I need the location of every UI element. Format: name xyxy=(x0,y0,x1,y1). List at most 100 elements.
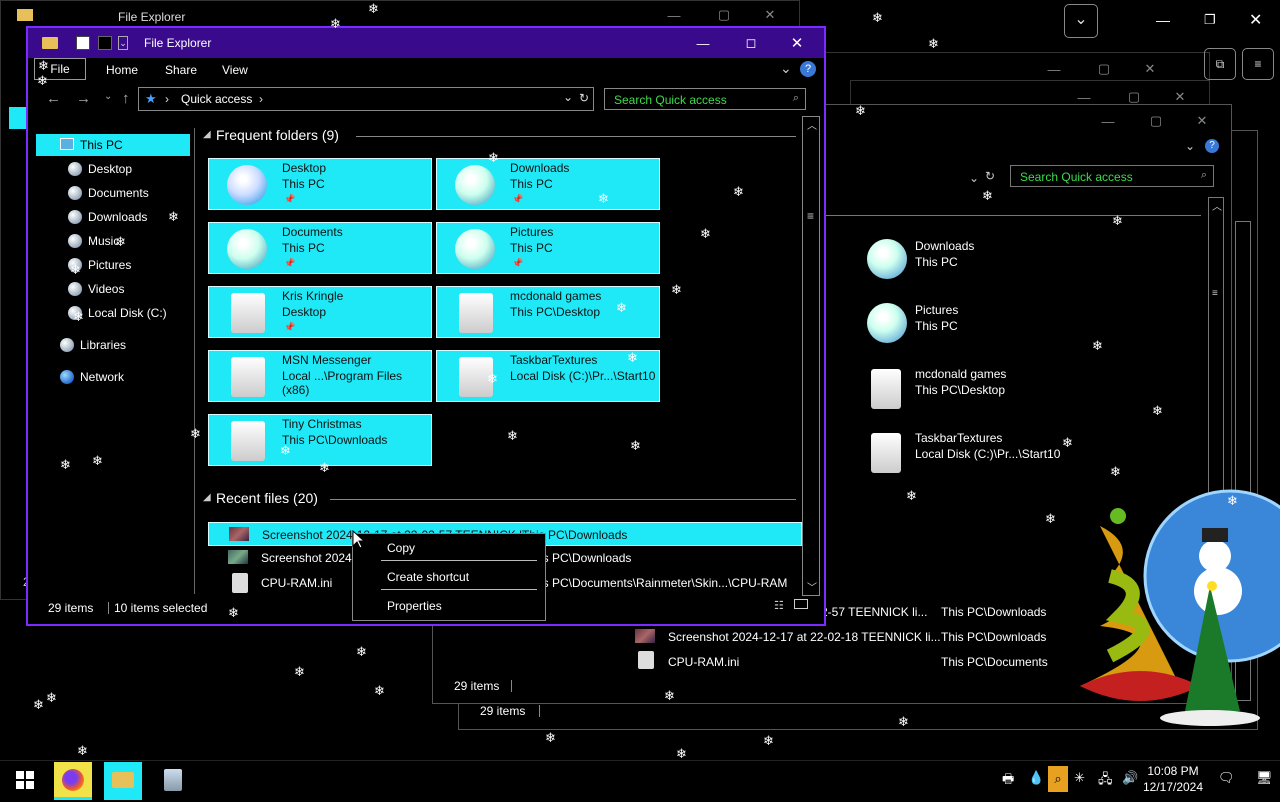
forward-arrow-icon[interactable]: → xyxy=(76,90,91,107)
refresh-icon[interactable]: ↻ xyxy=(985,169,995,183)
start-button[interactable] xyxy=(6,762,44,798)
tray-drop-icon[interactable]: 💧 xyxy=(1028,770,1044,786)
ribbon-tab-file[interactable]: File xyxy=(34,58,86,80)
nav-item-music[interactable]: Music xyxy=(68,230,119,252)
chevron-down-icon[interactable]: ⌄ xyxy=(1185,139,1195,153)
dropdown-chevron-icon[interactable]: ⌄ xyxy=(969,171,979,185)
taskbar-app-3[interactable] xyxy=(154,762,192,798)
folder-tile[interactable]: Kris Kringle Desktop 📌 xyxy=(208,286,432,338)
tray-star-icon[interactable]: ✳ xyxy=(1074,770,1085,786)
refresh-icon[interactable]: ↻ xyxy=(579,91,589,105)
quick-access-properties-icon[interactable] xyxy=(76,36,90,50)
extensions-icon[interactable]: ⧉ xyxy=(1204,48,1236,80)
close-button[interactable]: ✕ xyxy=(1179,107,1225,135)
nav-item-documents[interactable]: Documents xyxy=(68,182,149,204)
christmas-desktop-gadget xyxy=(1040,486,1280,726)
bg-folder-tile[interactable]: TaskbarTextures Local Disk (C:)\Pr...\St… xyxy=(863,429,1103,479)
collapse-chevron-icon[interactable]: ◢ xyxy=(203,492,211,503)
ribbon-tab-home[interactable]: Home xyxy=(106,63,138,77)
network-tray-icon[interactable]: 🖧 xyxy=(1098,770,1113,792)
folder-tile[interactable]: Downloads This PC 📌 xyxy=(436,158,660,210)
ribbon-tab-share[interactable]: Share xyxy=(165,63,197,77)
context-menu[interactable]: Copy Create shortcut Properties xyxy=(352,533,546,621)
minimize-button[interactable]: — xyxy=(1031,55,1077,83)
bg-titlebar-1[interactable]: File Explorer — ▢ ✕ xyxy=(1,1,799,29)
close-button[interactable]: ✕ xyxy=(774,29,820,57)
minimize-button[interactable]: — xyxy=(651,1,697,29)
tiles-view-icon[interactable] xyxy=(794,599,808,609)
search-box[interactable]: Search Quick access ⌕ xyxy=(604,88,806,110)
nav-item-network[interactable]: Network xyxy=(60,366,124,388)
clock[interactable]: 10:08 PM 12/17/2024 xyxy=(1140,764,1206,794)
folder-tile[interactable]: TaskbarTextures Local Disk (C:)\Pr...\St… xyxy=(436,350,660,402)
ribbon-tab-view[interactable]: View xyxy=(222,63,248,77)
folder-tile[interactable]: mcdonald games This PC\Desktop xyxy=(436,286,660,338)
browser-minimize-button[interactable]: — xyxy=(1156,12,1170,28)
nav-item-downloads[interactable]: Downloads xyxy=(68,206,147,228)
frequent-folders-header[interactable]: Frequent folders (9) xyxy=(216,127,339,143)
maximize-button[interactable]: ▢ xyxy=(1133,107,1179,135)
taskbar-firefox[interactable] xyxy=(54,762,92,798)
maximize-button[interactable]: ▢ xyxy=(1081,55,1127,83)
folder-icon xyxy=(231,421,265,461)
nav-item-pictures[interactable]: Pictures xyxy=(68,254,131,276)
context-menu-properties[interactable]: Properties xyxy=(387,599,442,613)
scroll-up-icon[interactable]: ︿ xyxy=(807,117,817,132)
help-icon[interactable]: ? xyxy=(800,61,816,77)
notifications-icon[interactable]: 🗨 xyxy=(1218,770,1235,786)
address-dropdown-icon[interactable]: ⌄ xyxy=(563,90,573,104)
volume-icon[interactable]: 🔊 xyxy=(1122,770,1138,786)
breadcrumb-quick-access[interactable]: Quick access xyxy=(181,92,252,106)
browser-close-button[interactable]: ✕ xyxy=(1249,10,1262,30)
minimize-button[interactable]: — xyxy=(1085,107,1131,135)
collapse-chevron-icon[interactable]: ◢ xyxy=(203,129,211,140)
status-selected-count: 10 items selected xyxy=(114,601,208,615)
scroll-down-icon[interactable]: ﹀ xyxy=(807,579,817,594)
recent-files-header[interactable]: Recent files (20) xyxy=(216,490,318,506)
bg-folder-tile[interactable]: Downloads This PC xyxy=(863,237,1103,287)
nav-item-this-pc[interactable]: This PC xyxy=(36,134,190,156)
show-desktop-icon[interactable]: 🖥 xyxy=(1256,770,1273,786)
maximize-button[interactable]: ◻ xyxy=(728,29,774,57)
expand-ribbon-icon[interactable]: ⌄ xyxy=(780,60,792,77)
folder-tile[interactable]: Documents This PC 📌 xyxy=(208,222,432,274)
close-button[interactable]: ✕ xyxy=(1127,55,1173,83)
nav-item-videos[interactable]: Videos xyxy=(68,278,124,300)
scroll-thumb[interactable]: ≡ xyxy=(807,209,814,223)
bg-recent-path: This PC\Downloads xyxy=(941,605,1047,619)
maximize-button[interactable]: ▢ xyxy=(701,1,747,29)
minimize-button[interactable]: — xyxy=(680,29,726,57)
new-folder-icon[interactable] xyxy=(98,36,112,50)
back-arrow-icon[interactable]: ← xyxy=(46,90,61,107)
nav-item-local-disk[interactable]: Local Disk (C:) xyxy=(68,302,167,324)
bg-recent-path: This PC\Documents xyxy=(941,655,1048,669)
details-view-icon[interactable]: ☷ xyxy=(774,599,784,612)
up-arrow-icon[interactable]: ↑ xyxy=(122,90,130,107)
customize-toolbar-icon[interactable]: ⌄ xyxy=(118,36,128,50)
nav-item-desktop[interactable]: Desktop xyxy=(68,158,132,180)
snowflake-icon: ❄ xyxy=(33,698,44,713)
browser-restore-button[interactable]: ❐ xyxy=(1204,12,1216,28)
tray-search-icon[interactable]: ⌕ xyxy=(1048,766,1068,792)
bg-folder-tile[interactable]: Pictures This PC xyxy=(863,301,1103,351)
taskbar-file-explorer[interactable] xyxy=(104,762,142,798)
folder-tile[interactable]: Pictures This PC 📌 xyxy=(436,222,660,274)
context-menu-create-shortcut[interactable]: Create shortcut xyxy=(387,570,469,584)
bg-search-box-3[interactable]: Search Quick access ⌕ xyxy=(1010,165,1214,187)
tabs-dropdown-button[interactable]: ⌄ xyxy=(1064,4,1098,38)
help-icon[interactable]: ? xyxy=(1205,139,1219,153)
close-button[interactable]: ✕ xyxy=(747,1,793,29)
tray-app-icon[interactable]: 🖶 xyxy=(1002,770,1014,792)
nav-item-libraries[interactable]: Libraries xyxy=(60,334,126,356)
vertical-scrollbar[interactable]: ︿ ≡ ﹀ xyxy=(802,116,820,596)
folder-tile[interactable]: MSN Messenger Local ...\Program Files (x… xyxy=(208,350,432,402)
pin-icon: 📌 xyxy=(512,194,524,204)
menu-icon[interactable]: ≡ xyxy=(1242,48,1274,80)
bg-folder-tile[interactable]: mcdonald games This PC\Desktop xyxy=(863,365,1103,415)
recent-locations-icon[interactable]: ⌄ xyxy=(104,91,112,102)
folder-tile[interactable]: Tiny Christmas This PC\Downloads xyxy=(208,414,432,466)
context-menu-copy[interactable]: Copy xyxy=(387,541,415,555)
title-bar[interactable]: ⌄ File Explorer — ◻ ✕ xyxy=(28,28,824,58)
folder-tile[interactable]: Desktop This PC 📌 xyxy=(208,158,432,210)
address-bar[interactable]: ★ › Quick access › ⌄ ↻ xyxy=(138,87,594,111)
